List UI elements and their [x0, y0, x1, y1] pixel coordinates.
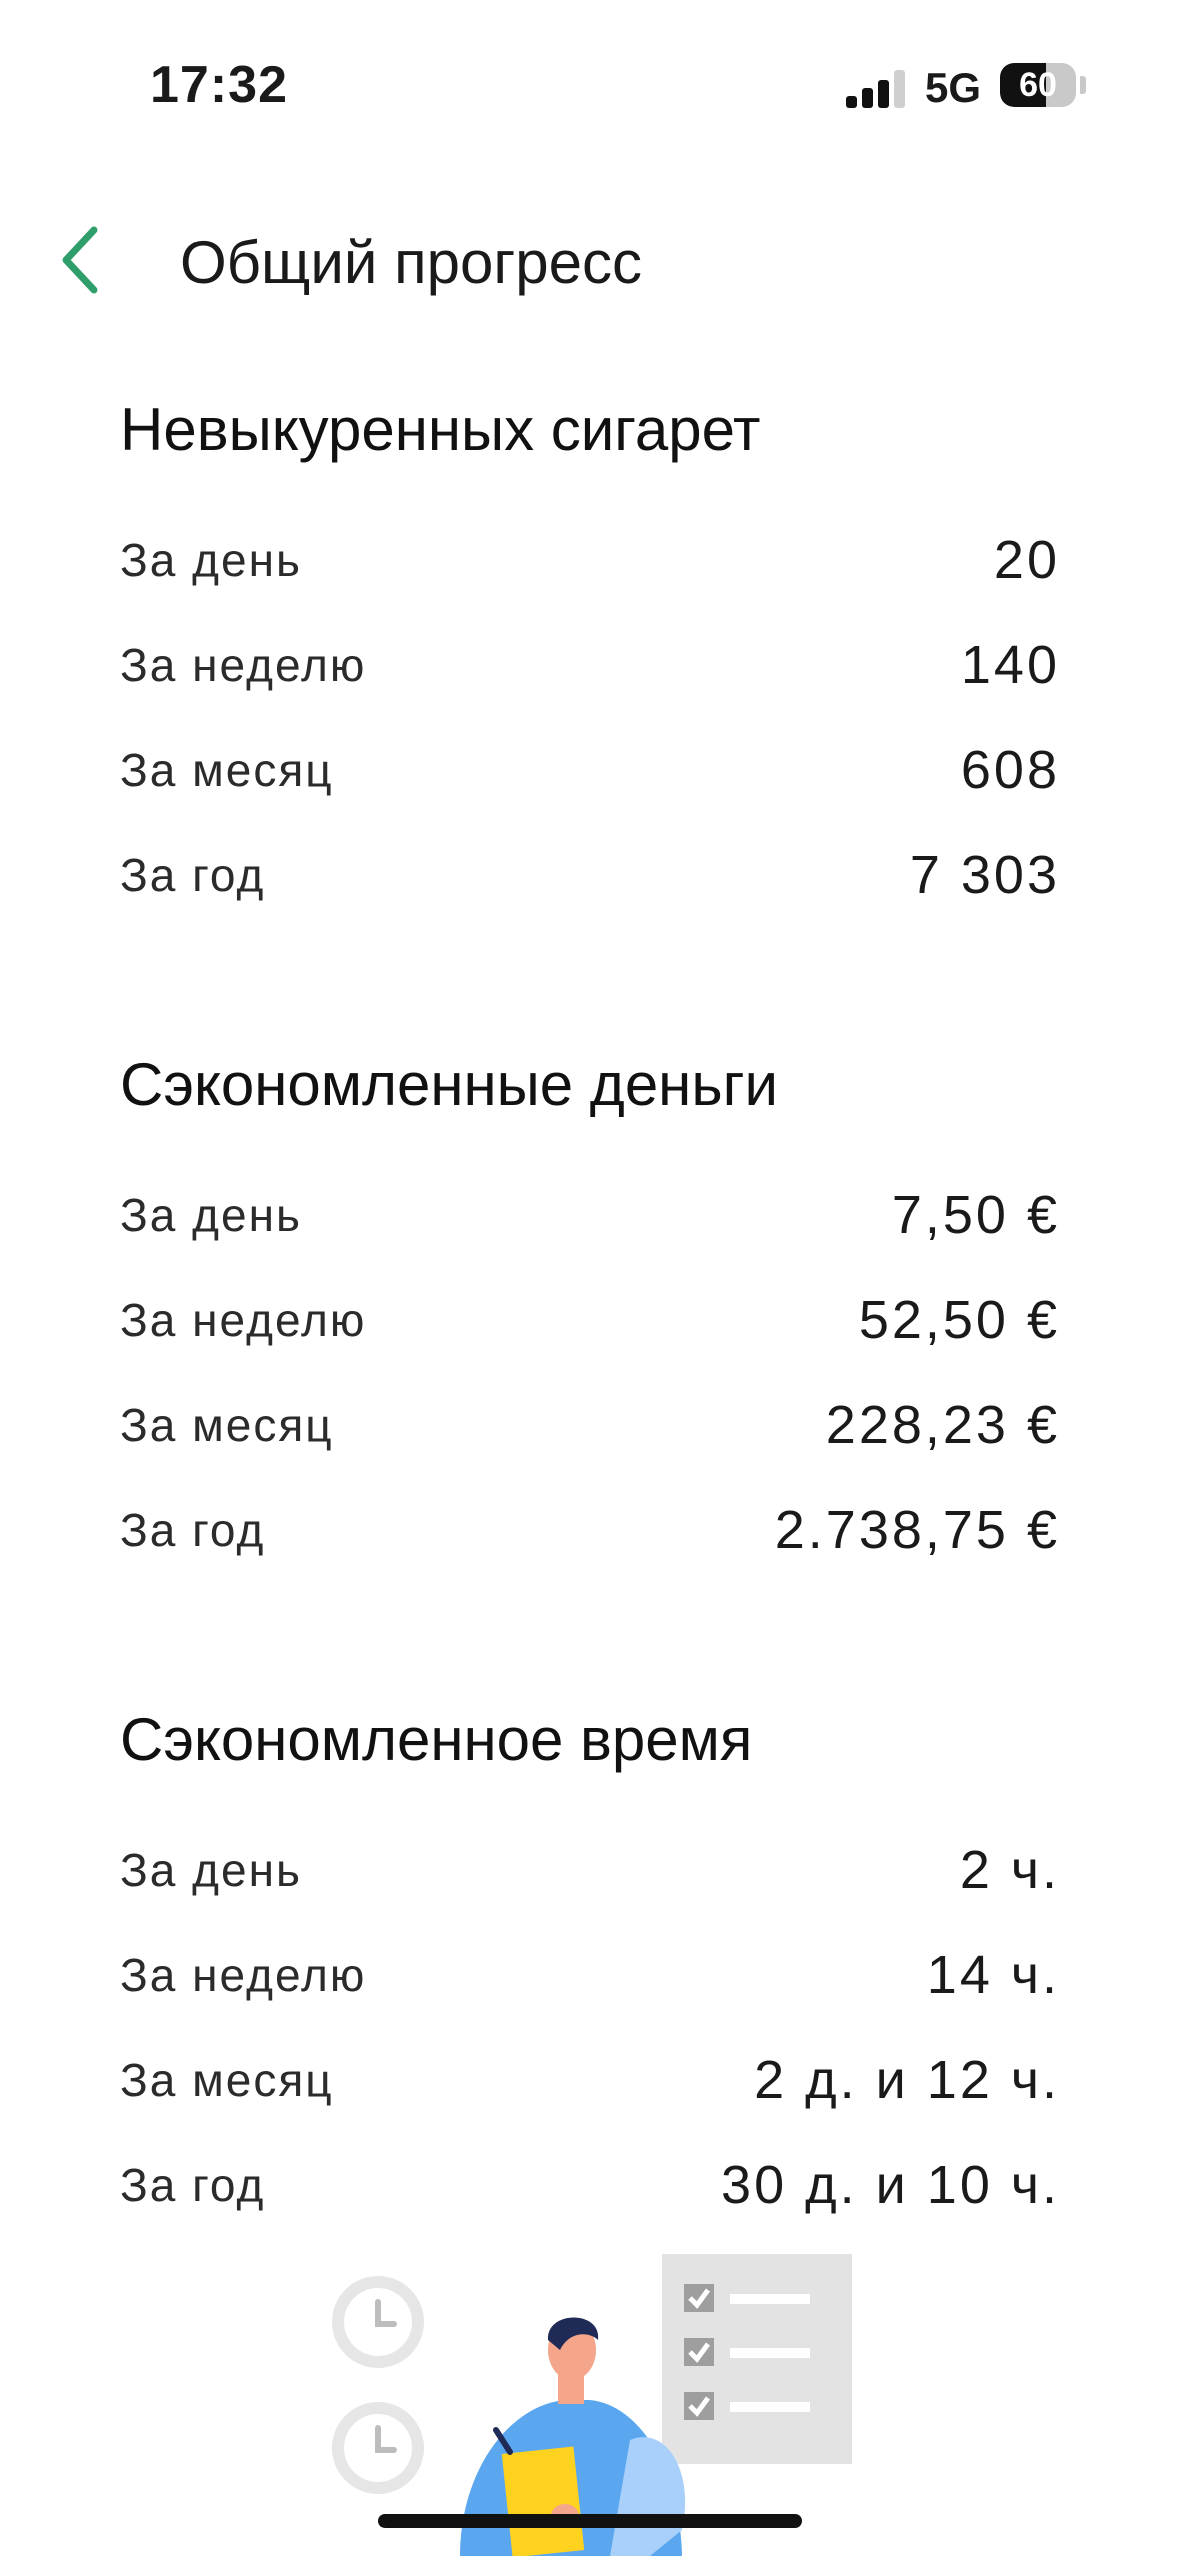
- battery-nub: [1080, 76, 1086, 94]
- row-label: За неделю: [120, 1294, 367, 1346]
- page-title: Общий прогресс: [180, 229, 642, 296]
- stat-row: За год 7 303: [120, 830, 1060, 935]
- stat-row: За неделю 140: [120, 620, 1060, 725]
- section-money: Сэкономленные деньги За день 7,50 € За н…: [0, 1045, 1179, 1590]
- chevron-left-icon: [62, 226, 98, 294]
- row-label: За год: [120, 849, 266, 901]
- signal-icon: [846, 68, 906, 108]
- row-value: 20: [993, 530, 1060, 590]
- stat-row: За день 20: [120, 515, 1060, 620]
- row-label: За день: [120, 1189, 302, 1241]
- row-value: 2 д. и 12 ч.: [754, 2050, 1060, 2110]
- status-bar: 17:32 5G 60: [0, 0, 1179, 170]
- row-value: 52,50 €: [858, 1290, 1060, 1350]
- row-value: 7,50 €: [891, 1185, 1060, 1245]
- row-value: 7 303: [909, 845, 1060, 905]
- row-value: 14 ч.: [926, 1945, 1060, 2005]
- row-label: За день: [120, 534, 302, 586]
- section-title: Сэкономленное время: [120, 1706, 753, 1773]
- stat-row: За месяц 608: [120, 725, 1060, 830]
- section-cigarettes: Невыкуренных сигарет За день 20 За недел…: [0, 390, 1179, 935]
- clock-icon: [332, 2402, 424, 2494]
- network-label: 5G: [925, 64, 982, 111]
- row-label: За месяц: [120, 744, 334, 796]
- row-label: За месяц: [120, 2054, 334, 2106]
- section-title: Сэкономленные деньги: [120, 1051, 778, 1118]
- stat-row: За месяц 2 д. и 12 ч.: [120, 2035, 1060, 2140]
- row-label: За неделю: [120, 639, 367, 691]
- battery-percent: 60: [1019, 66, 1057, 104]
- row-value: 228,23 €: [825, 1395, 1060, 1455]
- row-label: За год: [120, 1504, 266, 1556]
- stat-row: За неделю 52,50 €: [120, 1275, 1060, 1380]
- row-label: За неделю: [120, 1949, 367, 2001]
- stat-row: За год 30 д. и 10 ч.: [120, 2140, 1060, 2245]
- stat-row: За месяц 228,23 €: [120, 1380, 1060, 1485]
- row-value: 140: [960, 635, 1060, 695]
- battery-icon: 60: [1000, 63, 1076, 107]
- row-label: За месяц: [120, 1399, 334, 1451]
- section-time: Сэкономленное время За день 2 ч. За неде…: [0, 1700, 1179, 2245]
- section-title: Невыкуренных сигарет: [120, 396, 761, 463]
- stat-row: За год 2.738,75 €: [120, 1485, 1060, 1590]
- row-value: 2 ч.: [959, 1840, 1060, 1900]
- status-time: 17:32: [150, 56, 288, 114]
- stat-row: За день 2 ч.: [120, 1825, 1060, 1930]
- progress-content: Невыкуренных сигарет За день 20 За недел…: [0, 390, 1179, 2355]
- home-indicator[interactable]: [378, 2514, 802, 2528]
- stat-row: За день 7,50 €: [120, 1170, 1060, 1275]
- stat-row: За неделю 14 ч.: [120, 1930, 1060, 2035]
- back-button[interactable]: [30, 210, 130, 310]
- person-checklist-illustration: [332, 2254, 852, 2556]
- row-value: 2.738,75 €: [774, 1500, 1060, 1560]
- checklist-icon: [662, 2254, 852, 2464]
- row-value: 608: [960, 740, 1060, 800]
- row-label: За день: [120, 1844, 302, 1896]
- clock-icon: [332, 2276, 424, 2368]
- header: Общий прогресс: [0, 200, 1179, 320]
- row-value: 30 д. и 10 ч.: [721, 2155, 1060, 2215]
- row-label: За год: [120, 2159, 266, 2211]
